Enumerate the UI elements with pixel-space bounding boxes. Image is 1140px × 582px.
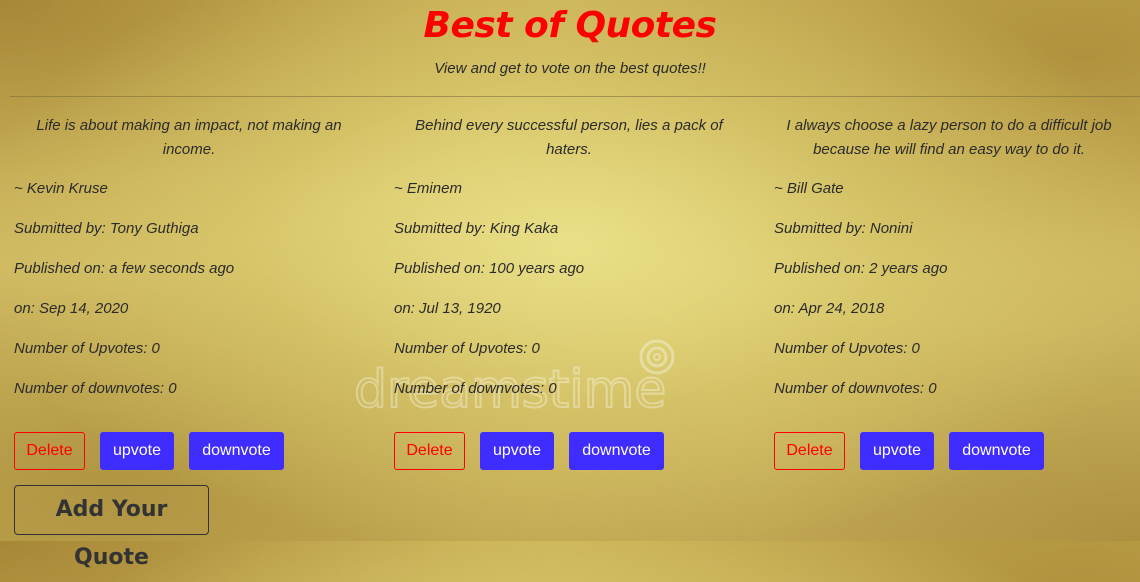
page-header: Best of Quotes View and get to vote on t… <box>0 0 1140 79</box>
quote-text: Behind every successful person, lies a p… <box>415 117 723 158</box>
quote-author: ~ Bill Gate <box>774 180 844 197</box>
header-divider <box>10 96 1140 97</box>
quote-published: Published on: a few seconds ago <box>14 260 235 277</box>
quote-submitted-by: Submitted by: Nonini <box>774 220 913 237</box>
downvote-button[interactable]: downvote <box>189 432 284 470</box>
add-quote-button[interactable]: Add Your Quote <box>14 485 209 570</box>
page-title: Best of Quotes <box>423 5 717 46</box>
quote-published: Published on: 2 years ago <box>774 260 948 277</box>
quote-text: Life is about making an impact, not maki… <box>36 117 342 158</box>
quote-downvotes: Number of downvotes: 0 <box>774 380 937 397</box>
page-subtitle: View and get to vote on the best quotes!… <box>434 60 706 77</box>
quote-submitted-by: Submitted by: Tony Guthiga <box>14 220 199 237</box>
quote-card: I always choose a lazy person to do a di… <box>774 112 1124 470</box>
upvote-button[interactable]: upvote <box>860 432 934 470</box>
upvote-button[interactable]: upvote <box>480 432 554 470</box>
quote-date: on: Sep 14, 2020 <box>14 300 129 317</box>
quote-date: on: Apr 24, 2018 <box>774 300 885 317</box>
downvote-button[interactable]: downvote <box>569 432 664 470</box>
delete-button[interactable]: Delete <box>394 432 465 470</box>
quote-upvotes: Number of Upvotes: 0 <box>774 340 920 357</box>
quote-submitted-by: Submitted by: King Kaka <box>394 220 559 237</box>
quote-text: I always choose a lazy person to do a di… <box>786 117 1112 158</box>
quote-published: Published on: 100 years ago <box>394 260 585 277</box>
quote-card: Life is about making an impact, not maki… <box>14 112 364 470</box>
quote-date: on: Jul 13, 1920 <box>394 300 501 317</box>
quote-downvotes: Number of downvotes: 0 <box>14 380 177 397</box>
quote-author: ~ Kevin Kruse <box>14 180 108 197</box>
quote-card: Behind every successful person, lies a p… <box>394 112 744 470</box>
downvote-button[interactable]: downvote <box>949 432 1044 470</box>
upvote-button[interactable]: upvote <box>100 432 174 470</box>
delete-button[interactable]: Delete <box>774 432 845 470</box>
quote-upvotes: Number of Upvotes: 0 <box>394 340 540 357</box>
quote-downvotes: Number of downvotes: 0 <box>394 380 557 397</box>
quote-author: ~ Eminem <box>394 180 462 197</box>
delete-button[interactable]: Delete <box>14 432 85 470</box>
quote-upvotes: Number of Upvotes: 0 <box>14 340 160 357</box>
quote-list: Life is about making an impact, not maki… <box>14 112 1140 472</box>
